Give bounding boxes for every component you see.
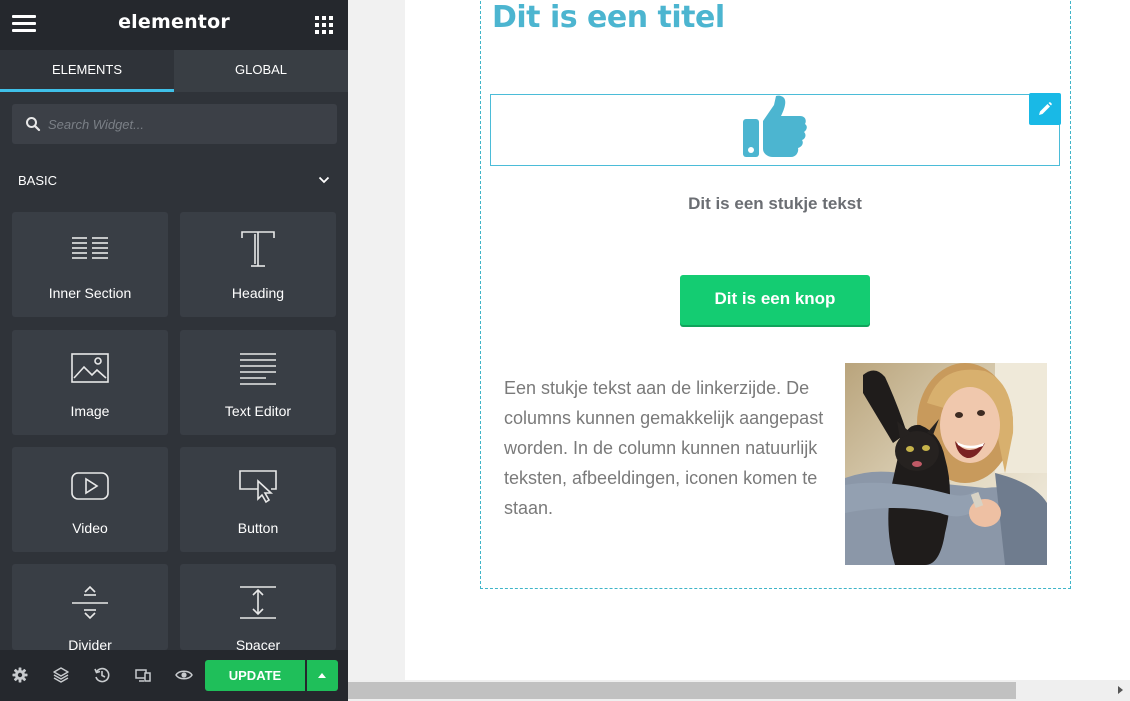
- inner-section-icon: [72, 237, 108, 259]
- panel-tabs: ELEMENTS GLOBAL: [0, 50, 348, 92]
- spacer-icon: [240, 586, 276, 619]
- image-icon: [71, 353, 109, 383]
- responsive-mode-icon[interactable]: [134, 666, 152, 684]
- navigator-layers-icon[interactable]: [52, 666, 70, 684]
- thumbs-up-icon: [743, 95, 807, 157]
- history-icon[interactable]: [93, 666, 111, 684]
- widget-text-editor[interactable]: Text Editor: [180, 330, 336, 435]
- pencil-icon: [1039, 102, 1052, 115]
- widget-heading[interactable]: Heading: [180, 212, 336, 317]
- widget-label: Video: [72, 520, 108, 536]
- text-block[interactable]: Dit is een stukje tekst: [490, 194, 1060, 214]
- page-heading[interactable]: Dit is een titel: [492, 0, 725, 35]
- scroll-right-arrow-icon[interactable]: [1118, 686, 1123, 694]
- save-options-caret-icon[interactable]: [307, 660, 338, 691]
- scrollbar-thumb[interactable]: [348, 682, 1016, 699]
- widget-button[interactable]: Button: [180, 447, 336, 552]
- settings-icon[interactable]: [11, 666, 29, 684]
- widget-search-box: [12, 104, 337, 144]
- widget-video[interactable]: Video: [12, 447, 168, 552]
- edit-widget-button[interactable]: [1029, 93, 1061, 125]
- column-text[interactable]: Een stukje tekst aan de linkerzijde. De …: [504, 373, 834, 523]
- category-label: BASIC: [18, 173, 58, 188]
- video-icon: [71, 472, 109, 500]
- preview-eye-icon[interactable]: [175, 666, 193, 684]
- search-icon: [26, 117, 41, 132]
- woman-with-cat-photo: [845, 363, 1047, 565]
- tab-elements[interactable]: ELEMENTS: [0, 50, 174, 92]
- button-icon: [239, 470, 277, 504]
- panel-header: elementor: [0, 0, 348, 50]
- heading-icon: [241, 231, 275, 267]
- widget-label: Inner Section: [48, 285, 132, 301]
- widget-divider[interactable]: Divider: [12, 564, 168, 653]
- elementor-panel: elementor ELEMENTS GLOBAL BASIC Inner Se…: [0, 0, 348, 701]
- widget-label: Heading: [231, 285, 285, 301]
- divider-icon: [72, 585, 108, 620]
- category-basic-header[interactable]: BASIC: [0, 160, 348, 200]
- horizontal-scrollbar[interactable]: [348, 680, 1130, 701]
- icon-widget[interactable]: [490, 94, 1060, 166]
- cta-button[interactable]: Dit is een knop: [680, 275, 870, 325]
- elementor-logo: elementor: [118, 11, 230, 33]
- widget-label: Image: [70, 403, 110, 419]
- widget-image[interactable]: Image: [12, 330, 168, 435]
- widget-label: Text Editor: [224, 403, 292, 419]
- widget-label: Button: [237, 520, 279, 536]
- widgets-grid-icon[interactable]: [315, 16, 333, 34]
- widget-spacer[interactable]: Spacer: [180, 564, 336, 653]
- text-editor-icon: [240, 353, 276, 385]
- chevron-down-icon: [318, 176, 330, 184]
- widget-inner-section[interactable]: Inner Section: [12, 212, 168, 317]
- search-widget-input[interactable]: [48, 104, 328, 144]
- update-button[interactable]: UPDATE: [205, 660, 305, 691]
- tab-global[interactable]: GLOBAL: [174, 50, 348, 92]
